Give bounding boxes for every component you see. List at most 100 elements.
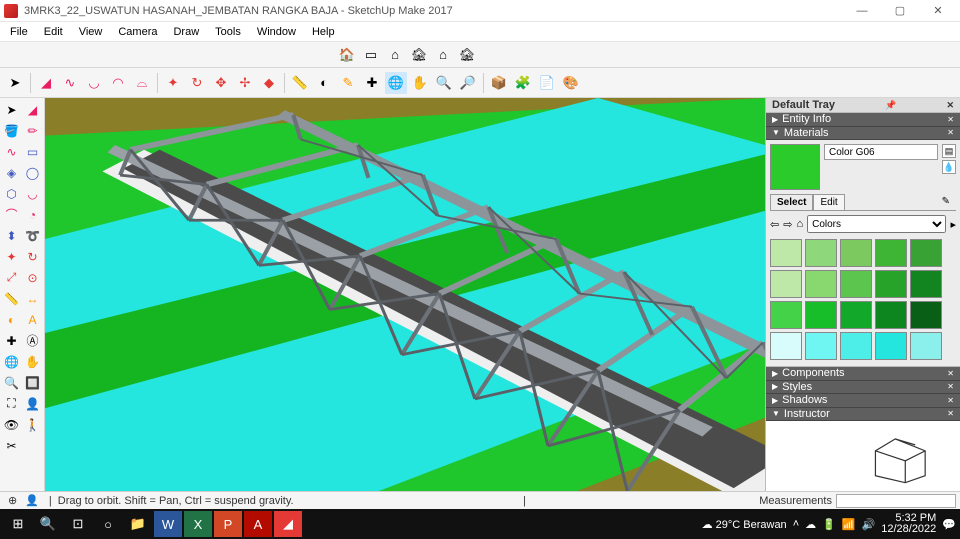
select-icon[interactable]: ➤ bbox=[4, 72, 26, 94]
pushpull-tool-icon[interactable]: ⬍ bbox=[2, 226, 21, 245]
sketchup-taskbar-icon[interactable]: ◢ bbox=[274, 511, 302, 537]
protractor-tool-icon[interactable]: ◐ bbox=[2, 310, 21, 329]
color-swatch[interactable] bbox=[840, 301, 872, 329]
menu-help[interactable]: Help bbox=[304, 24, 343, 40]
tab-select[interactable]: Select bbox=[770, 194, 813, 210]
eraser-tool-icon[interactable]: ◢ bbox=[23, 100, 42, 119]
orbit-tool-icon[interactable]: 🌐 bbox=[2, 352, 21, 371]
color-swatch[interactable] bbox=[770, 301, 802, 329]
zoom-extents-icon[interactable]: 🔎 bbox=[457, 72, 479, 94]
menu-draw[interactable]: Draw bbox=[165, 24, 207, 40]
paint-bucket-icon[interactable]: 🪣 bbox=[2, 121, 21, 140]
minimize-button[interactable]: — bbox=[844, 2, 880, 20]
cortana-icon[interactable]: ○ bbox=[94, 511, 122, 537]
follow-me-icon[interactable]: ➰ bbox=[23, 226, 42, 245]
home-icon[interactable]: ⌂ bbox=[796, 218, 803, 230]
viewport[interactable] bbox=[45, 98, 765, 491]
entity-info-header[interactable]: ▶ Entity Info ✕ bbox=[766, 113, 960, 126]
zoom-window-icon[interactable]: 🔲 bbox=[23, 373, 42, 392]
axes-tool-icon[interactable]: ✚ bbox=[2, 331, 21, 350]
color-swatch[interactable] bbox=[875, 301, 907, 329]
color-swatch[interactable] bbox=[805, 332, 837, 360]
rotate-tool-icon[interactable]: ↻ bbox=[23, 247, 42, 266]
color-swatch[interactable] bbox=[910, 270, 942, 298]
geolocation-icon[interactable]: ⊕ bbox=[8, 494, 17, 507]
color-swatch[interactable] bbox=[840, 239, 872, 267]
measurements-input[interactable] bbox=[836, 494, 956, 508]
rotated-rect-icon[interactable]: ◈ bbox=[2, 163, 21, 182]
menu-tools[interactable]: Tools bbox=[207, 24, 249, 40]
instructor-header[interactable]: ▼ Instructor ✕ bbox=[766, 408, 960, 421]
sample-material-icon[interactable]: 💧 bbox=[942, 160, 956, 174]
look-around-icon[interactable]: 👁 bbox=[2, 415, 21, 434]
iso-view-icon[interactable]: 🏠 bbox=[336, 44, 358, 66]
fwd-icon[interactable]: ⇨ bbox=[783, 218, 792, 231]
color-swatch[interactable] bbox=[840, 270, 872, 298]
close-button[interactable]: ✕ bbox=[920, 2, 956, 20]
pan-icon[interactable]: ✋ bbox=[409, 72, 431, 94]
back-icon[interactable]: ⇦ bbox=[770, 218, 779, 231]
task-view-icon[interactable]: ⊡ bbox=[64, 511, 92, 537]
arc-tool-icon[interactable]: ◡ bbox=[23, 184, 42, 203]
search-icon[interactable]: 🔍 bbox=[34, 511, 62, 537]
tray-close-icon[interactable]: ✕ bbox=[946, 100, 954, 111]
layout-icon[interactable]: 📄 bbox=[536, 72, 558, 94]
pushpull-icon[interactable]: ◆ bbox=[258, 72, 280, 94]
material-name-input[interactable] bbox=[824, 144, 938, 160]
components-header[interactable]: ▶ Components ✕ bbox=[766, 367, 960, 380]
color-swatch[interactable] bbox=[910, 301, 942, 329]
start-button[interactable]: ⊞ bbox=[4, 511, 32, 537]
color-swatch[interactable] bbox=[770, 239, 802, 267]
protractor-icon[interactable]: ◐ bbox=[313, 72, 335, 94]
color-swatch[interactable] bbox=[910, 239, 942, 267]
menu-edit[interactable]: Edit bbox=[36, 24, 71, 40]
tray-chevron-icon[interactable]: ˄ bbox=[793, 518, 799, 530]
notifications-icon[interactable]: 💬 bbox=[942, 518, 956, 531]
panel-close-icon[interactable]: ✕ bbox=[947, 128, 954, 137]
menu-window[interactable]: Window bbox=[249, 24, 304, 40]
rectangle-tool-icon[interactable]: ▭ bbox=[23, 142, 42, 161]
color-swatch[interactable] bbox=[770, 332, 802, 360]
top-view-icon[interactable]: ▭ bbox=[360, 44, 382, 66]
arc2-tool-icon[interactable]: ⌒ bbox=[2, 205, 21, 224]
explorer-icon[interactable]: 📁 bbox=[124, 511, 152, 537]
tape-tool-icon[interactable]: 📏 bbox=[2, 289, 21, 308]
offset-icon[interactable]: ✢ bbox=[234, 72, 256, 94]
orbit-icon[interactable]: 🌐 bbox=[385, 72, 407, 94]
select-tool-icon[interactable]: ➤ bbox=[2, 100, 21, 119]
weather-widget[interactable]: ☁ 29°C Berawan bbox=[702, 518, 787, 531]
freehand-icon[interactable]: ∿ bbox=[59, 72, 81, 94]
materials-header[interactable]: ▼ Materials ✕ bbox=[766, 127, 960, 140]
create-material-icon[interactable]: ▤ bbox=[942, 144, 956, 158]
zoom-icon[interactable]: 🔍 bbox=[433, 72, 455, 94]
wifi-icon[interactable]: 📶 bbox=[842, 518, 856, 531]
text-icon[interactable]: ✎ bbox=[337, 72, 359, 94]
shadows-header[interactable]: ▶ Shadows ✕ bbox=[766, 394, 960, 407]
battery-icon[interactable]: 🔋 bbox=[822, 518, 836, 531]
credits-icon[interactable]: 👤 bbox=[25, 494, 39, 507]
material-category-select[interactable]: Colors bbox=[807, 215, 946, 233]
walk-icon[interactable]: 🚶 bbox=[23, 415, 42, 434]
warehouse-icon[interactable]: 📦 bbox=[488, 72, 510, 94]
left-view-icon[interactable]: 🏚 bbox=[456, 44, 478, 66]
color-swatch[interactable] bbox=[805, 239, 837, 267]
move-tool-icon[interactable]: ✦ bbox=[2, 247, 21, 266]
arc2-icon[interactable]: ◠ bbox=[107, 72, 129, 94]
offset-tool-icon[interactable]: ⊙ bbox=[23, 268, 42, 287]
color-swatch[interactable] bbox=[770, 270, 802, 298]
powerpoint-icon[interactable]: P bbox=[214, 511, 242, 537]
paint-icon[interactable]: 🎨 bbox=[560, 72, 582, 94]
panel-close-icon[interactable]: ✕ bbox=[947, 115, 954, 124]
color-swatch[interactable] bbox=[805, 301, 837, 329]
onedrive-icon[interactable]: ☁ bbox=[805, 518, 816, 531]
menu-file[interactable]: File bbox=[2, 24, 36, 40]
styles-header[interactable]: ▶ Styles ✕ bbox=[766, 381, 960, 394]
text-tool-icon[interactable]: A bbox=[23, 310, 42, 329]
position-camera-icon[interactable]: 👤 bbox=[23, 394, 42, 413]
pie-tool-icon[interactable]: ◔ bbox=[23, 205, 42, 224]
material-preview-swatch[interactable] bbox=[770, 144, 820, 190]
clock[interactable]: 5:32 PM 12/28/2022 bbox=[881, 513, 936, 535]
zoom-tool-icon[interactable]: 🔍 bbox=[2, 373, 21, 392]
detail-icon[interactable]: ▸ bbox=[950, 218, 956, 231]
color-swatch[interactable] bbox=[875, 239, 907, 267]
